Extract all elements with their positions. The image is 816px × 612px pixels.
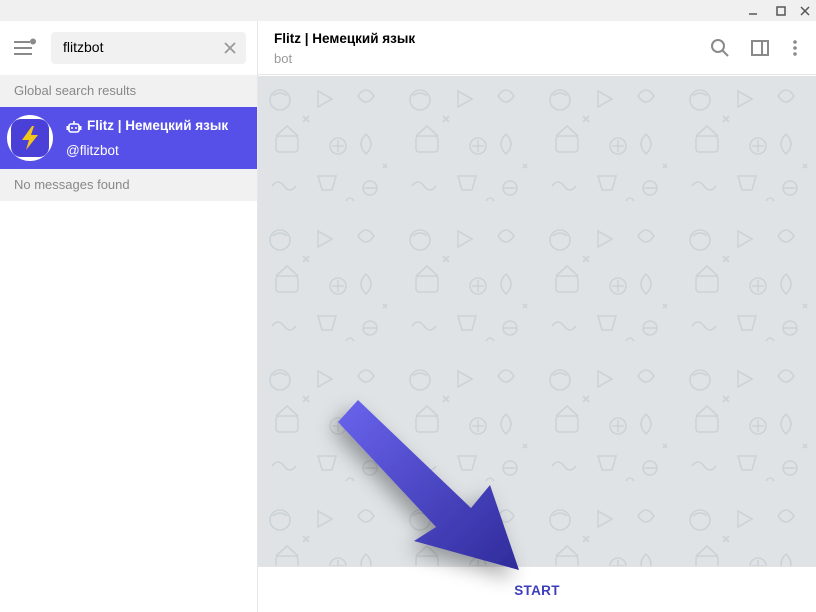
minimize-button[interactable]	[742, 0, 764, 21]
search-result-flitzbot[interactable]: Flitz | Немецкий язык @flitzbot	[0, 107, 257, 169]
close-window-icon	[800, 5, 810, 16]
doodle-pattern	[258, 76, 816, 566]
messages-header: No messages found	[0, 169, 257, 201]
window-titlebar	[0, 0, 816, 21]
global-search-header: Global search results	[0, 75, 257, 107]
chat-subtitle: bot	[274, 51, 293, 66]
start-button[interactable]: START	[258, 567, 816, 612]
search-chat-button[interactable]	[709, 37, 731, 59]
more-options-button[interactable]	[784, 37, 806, 59]
chat-background	[258, 76, 816, 566]
minimize-icon	[749, 12, 757, 15]
left-panel: flitzbot Global search results Flitz | Н…	[0, 21, 257, 612]
avatar	[7, 115, 53, 161]
maximize-icon	[776, 5, 786, 16]
close-window-button[interactable]	[794, 0, 816, 21]
chat-header[interactable]: Flitz | Немецкий язык bot	[258, 21, 816, 75]
sidebar-toggle-button[interactable]	[749, 37, 771, 59]
maximize-button[interactable]	[770, 0, 792, 21]
more-vertical-icon	[793, 40, 797, 56]
close-icon	[224, 42, 236, 54]
search-icon	[711, 39, 729, 57]
main-menu-button[interactable]	[12, 38, 38, 58]
chat-title: Flitz | Немецкий язык	[274, 31, 416, 46]
bot-icon	[66, 121, 82, 133]
result-username: @flitzbot	[66, 143, 119, 158]
sidebar-toggle-icon	[751, 40, 769, 56]
bottom-bar: START	[258, 566, 816, 612]
search-input[interactable]: flitzbot	[51, 32, 246, 64]
lightning-bolt-icon	[22, 126, 38, 150]
clear-search-button[interactable]	[222, 40, 238, 56]
hamburger-menu-icon	[14, 38, 36, 55]
search-query: flitzbot	[63, 39, 104, 55]
result-name: Flitz | Немецкий язык	[87, 118, 229, 133]
